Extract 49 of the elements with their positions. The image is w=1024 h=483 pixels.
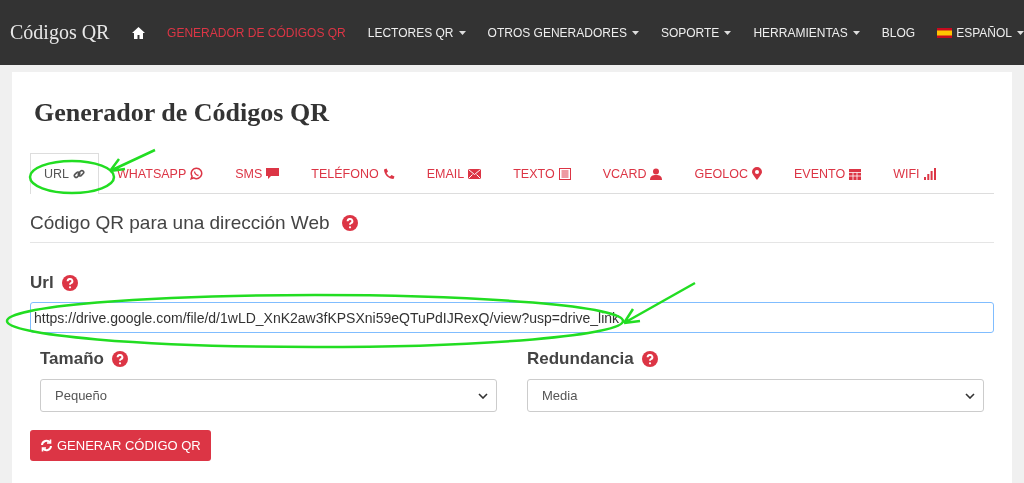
tab[interactable]: GEOLOC [680,153,776,193]
nav-dropdown[interactable]: LECTORES QR [367,25,466,40]
nav-dropdown[interactable]: OTROS GENERADORES [487,25,639,40]
language-dropdown[interactable]: ESPAÑOL [937,25,1024,40]
phone-icon [382,167,395,180]
user-icon [650,167,663,180]
caret-icon [852,30,860,35]
help-icon [61,275,78,291]
page-title: Generador de Códigos QR [34,98,329,128]
help-icon [341,215,358,231]
home-icon[interactable] [132,26,146,39]
redundancy-label: Redundancia [527,349,634,369]
calendar-icon [849,167,862,180]
link-icon [73,168,85,180]
tab[interactable]: VCARD [588,153,677,193]
tab[interactable]: EMAIL [412,153,496,193]
nav-link[interactable]: BLOG [881,25,916,40]
envelope-icon [468,168,482,179]
chat-bubble-icon [190,167,204,180]
url-label: Url [30,273,54,293]
comment-icon [266,168,280,179]
signal-bars-icon [923,167,936,180]
tab[interactable]: EVENTO [779,153,876,193]
map-pin-icon [751,167,762,180]
caret-icon [724,30,732,35]
brand-logo[interactable]: Códigos QR [10,21,133,44]
caret-icon [1017,30,1024,35]
chevron-down-icon [478,392,488,399]
help-icon [111,351,128,367]
tab[interactable]: TEXTO [499,153,585,193]
generate-button[interactable]: GENERAR CÓDIGO QR [30,430,211,461]
help-icon [641,351,658,367]
document-icon [558,167,571,180]
refresh-icon [40,439,53,452]
spain-flag-icon [937,27,953,38]
tab[interactable]: TELÉFONO [297,153,409,193]
chevron-down-icon [965,392,975,399]
nav-dropdown[interactable]: SOPORTE [660,25,732,40]
nav-dropdown[interactable]: HERRAMIENTAS [753,25,860,40]
tab[interactable]: SMS [221,153,294,193]
url-input-field[interactable]: https://drive.google.com/file/d/1wLD_XnK2aw3fKPSXni59eQTuPdIJRexQ/view?usp=drive_link [30,302,994,333]
caret-icon [458,30,466,35]
size-select[interactable]: Pequeño [40,379,497,412]
redundancy-select[interactable]: Media [527,379,984,412]
size-label: Tamaño [40,349,104,369]
tab[interactable]: WHATSAPP [103,153,218,193]
section-heading: Código QR para una dirección Web [30,212,330,234]
caret-icon [631,30,639,35]
tab[interactable]: WIFI [879,153,950,193]
